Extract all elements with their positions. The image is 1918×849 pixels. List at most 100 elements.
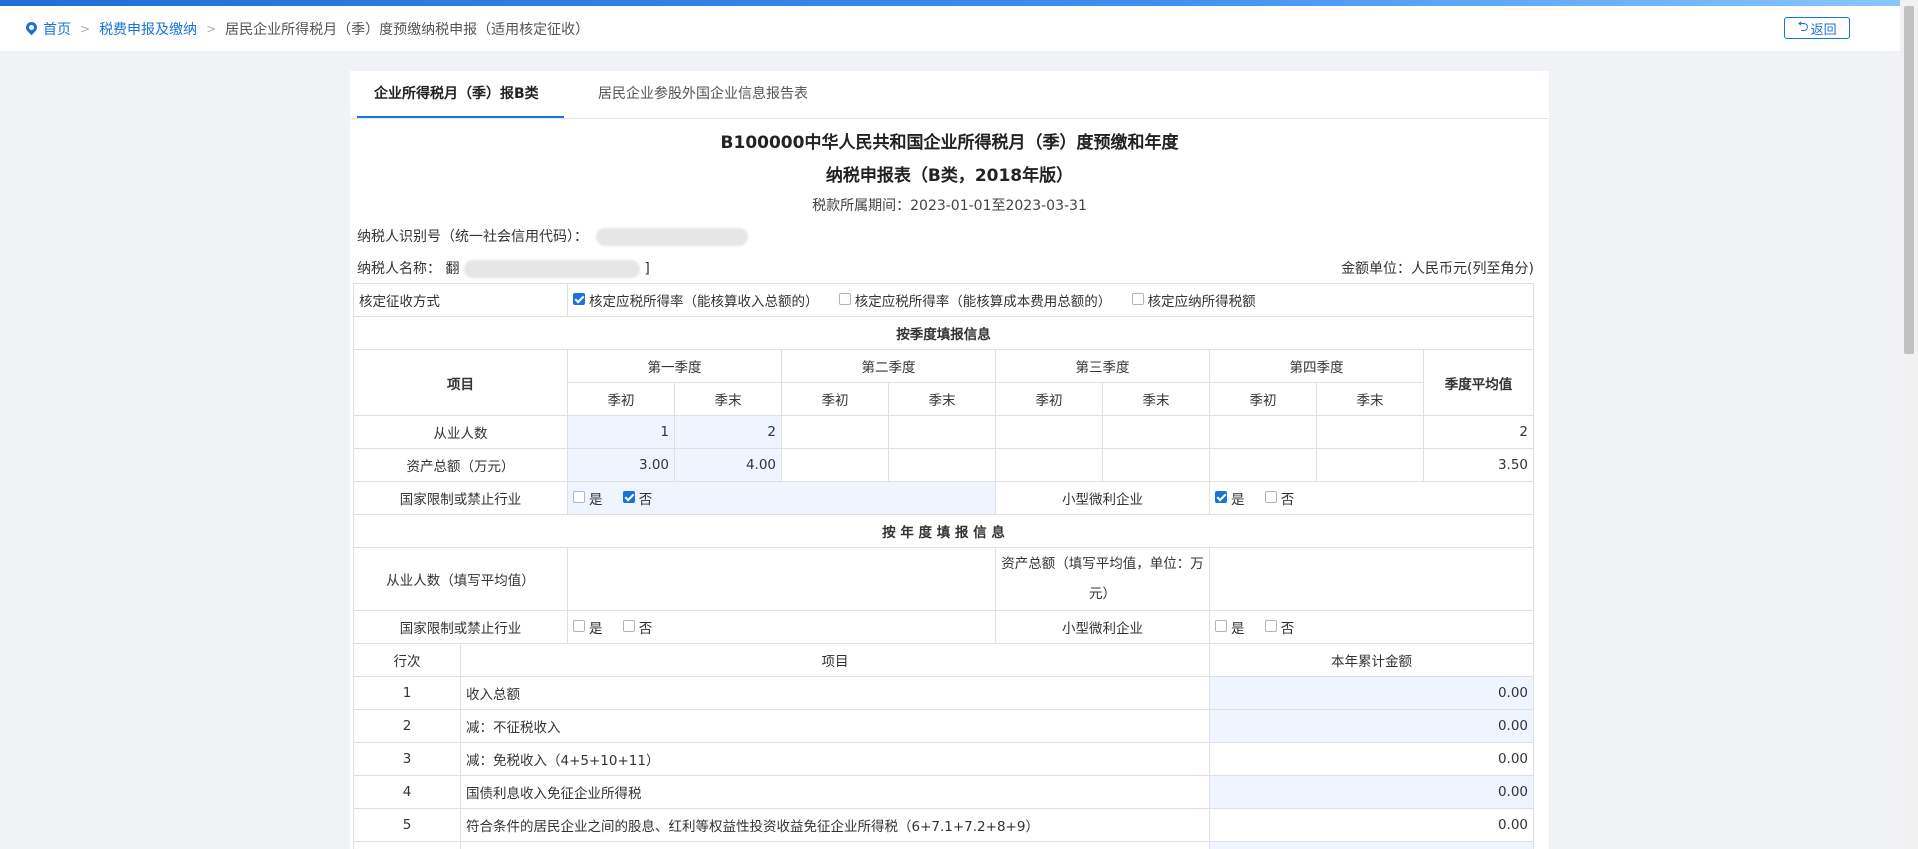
employees-row: 从业人数 1 2 2 [353, 415, 1534, 449]
assets-q3-end-input[interactable] [1102, 448, 1210, 482]
breadcrumb-home-link[interactable]: 首页 [43, 19, 71, 39]
annual-values-row: 从业人数（填写平均值） 资产总额（填写平均值，单位：万元） [353, 547, 1534, 611]
tab-foreign-investment-report[interactable]: 居民企业参股外国企业信息报告表 [598, 71, 808, 118]
checkbox-small-no[interactable] [1264, 491, 1277, 503]
scrollbar-thumb[interactable] [1904, 6, 1914, 354]
location-pin-icon [23, 19, 40, 36]
checkbox-annual-restricted-yes[interactable] [573, 620, 585, 632]
page-scrollbar[interactable] [1900, 0, 1918, 849]
employees-q1-start-input[interactable]: 1 [567, 415, 675, 449]
assets-average: 3.50 [1423, 448, 1534, 482]
form-title-line2: 纳税申报表（B类，2018年版） [825, 166, 1074, 186]
breadcrumb-tax-filing-link[interactable]: 税费申报及缴纳 [99, 19, 197, 39]
line-item-header: 项目 [460, 643, 1210, 677]
declaration-card: 企业所得税月（季）报B类 居民企业参股外国企业信息报告表 B100000中华人民… [350, 71, 1549, 849]
restricted-industry-label: 国家限制或禁止行业 [353, 481, 568, 515]
annual-restricted-yes-label: 是 [589, 621, 603, 637]
annual-small-yes-label: 是 [1231, 621, 1245, 637]
back-button-label: 返回 [1810, 22, 1837, 38]
q1-end-header: 季末 [674, 382, 782, 416]
q2-header: 第二季度 [781, 349, 996, 383]
small-enterprise-label: 小型微利企业 [995, 481, 1210, 515]
line-amount-input[interactable] [1209, 841, 1534, 849]
checkbox-small-yes-checked[interactable] [1215, 491, 1227, 503]
option-income-rate-label: 核定应税所得率（能核算收入总额的） [589, 294, 819, 310]
q1-start-header: 季初 [567, 382, 675, 416]
small-no-label: 否 [1280, 492, 1295, 508]
employees-q4-end-input[interactable] [1316, 415, 1424, 449]
annual-section-header: 按 年 度 填 报 信 息 [353, 514, 1534, 548]
assets-q1-start-input[interactable]: 3.00 [567, 448, 675, 482]
employees-q2-end-input[interactable] [888, 415, 996, 449]
table-row: 5 符合条件的居民企业之间的股息、红利等权益性投资收益免征企业所得税（6+7.1… [353, 808, 1534, 842]
employees-average: 2 [1423, 415, 1534, 449]
checkbox-restricted-no-checked[interactable] [622, 491, 635, 503]
currency-unit: 金额单位：人民币元(列至角分) [1341, 261, 1534, 277]
q2-end-header: 季末 [888, 382, 996, 416]
table-row: 3 减：免税收入（4+5+10+11） 0.00 [353, 742, 1534, 776]
assets-q2-end-input[interactable] [888, 448, 996, 482]
chevron-right-icon: > [206, 21, 217, 36]
checkbox-restricted-yes[interactable] [573, 491, 585, 503]
line-5-amount: 0.00 [1209, 808, 1534, 842]
line-item: 国债利息收入免征企业所得税 [460, 775, 1210, 809]
line-item [460, 841, 1210, 849]
line-number: 1 [353, 676, 461, 710]
return-arrow-icon: ⮌ [1797, 19, 1809, 35]
annual-restricted-options: 是 否 [567, 610, 996, 644]
annual-restricted-no-label: 否 [638, 621, 653, 637]
tax-period: 税款所属期间：2023-01-01至2023-03-31 [812, 198, 1087, 214]
item-header: 项目 [353, 349, 568, 416]
taxpayer-id-redacted [596, 228, 749, 246]
small-enterprise-options: 是 否 [1209, 481, 1534, 515]
q3-end-header: 季末 [1102, 382, 1210, 416]
assets-q4-end-input[interactable] [1316, 448, 1424, 482]
q3-start-header: 季初 [995, 382, 1103, 416]
annual-assets-input[interactable] [1209, 547, 1534, 611]
tab-b-quarterly-report[interactable]: 企业所得税月（季）报B类 [374, 71, 539, 118]
employees-q2-start-input[interactable] [781, 415, 889, 449]
checkbox-fixed-tax[interactable] [1131, 293, 1144, 305]
active-tab-indicator [357, 116, 564, 118]
quarter-average-header: 季度平均值 [1423, 349, 1534, 416]
back-button[interactable]: ⮌ 返回 [1784, 17, 1850, 39]
checkbox-annual-small-no[interactable] [1264, 620, 1277, 632]
option-fixed-tax-label: 核定应纳所得税额 [1147, 294, 1256, 310]
checkbox-annual-small-yes[interactable] [1215, 620, 1227, 632]
small-yes-label: 是 [1231, 492, 1245, 508]
line-2-amount-input[interactable]: 0.00 [1209, 709, 1534, 743]
form-title-line1: B100000中华人民共和国企业所得税月（季）度预缴和年度 [720, 133, 1179, 153]
assets-q4-start-input[interactable] [1209, 448, 1317, 482]
assets-row: 资产总额（万元） 3.00 4.00 3.50 [353, 448, 1534, 482]
annual-small-label: 小型微利企业 [995, 610, 1210, 644]
declaration-table: 核定征收方式 核定应税所得率（能核算收入总额的） 核定应税所得率（能核算成本费用… [353, 283, 1534, 849]
line-1-amount-input[interactable]: 0.00 [1209, 676, 1534, 710]
restricted-no-label: 否 [638, 492, 653, 508]
employees-q3-end-input[interactable] [1102, 415, 1210, 449]
q4-header: 第四季度 [1209, 349, 1424, 383]
checkbox-cost-rate[interactable] [838, 293, 851, 305]
quarter-header-row: 项目 第一季度 第二季度 第三季度 第四季度 季度平均值 [353, 349, 1534, 416]
line-number: 2 [353, 709, 461, 743]
breadcrumb-current: 居民企业所得税月（季）度预缴纳税申报（适用核定征收） [225, 21, 590, 38]
taxpayer-id-label: 纳税人识别号（统一社会信用代码）： [357, 229, 588, 245]
checkbox-annual-restricted-no[interactable] [622, 620, 635, 632]
restricted-yes-label: 是 [589, 492, 603, 508]
quarterly-restricted-row: 国家限制或禁止行业 是 否 小型微利企业 是 否 [353, 481, 1534, 515]
q4-start-header: 季初 [1209, 382, 1317, 416]
annual-employees-input[interactable] [567, 547, 996, 611]
line-number [353, 841, 461, 849]
employees-q4-start-input[interactable] [1209, 415, 1317, 449]
assets-q3-start-input[interactable] [995, 448, 1103, 482]
line-number: 5 [353, 808, 461, 842]
q2-start-header: 季初 [781, 382, 889, 416]
taxpayer-name-label: 纳税人名称： [357, 261, 441, 277]
assets-q2-start-input[interactable] [781, 448, 889, 482]
checkbox-income-rate-checked[interactable] [573, 293, 585, 305]
line-4-amount-input[interactable]: 0.00 [1209, 775, 1534, 809]
employees-q3-start-input[interactable] [995, 415, 1103, 449]
line-item: 减：免税收入（4+5+10+11） [460, 742, 1210, 776]
assets-q1-end-input[interactable]: 4.00 [674, 448, 782, 482]
quarterly-section-header: 按季度填报信息 [353, 316, 1534, 350]
employees-q1-end-input[interactable]: 2 [674, 415, 782, 449]
